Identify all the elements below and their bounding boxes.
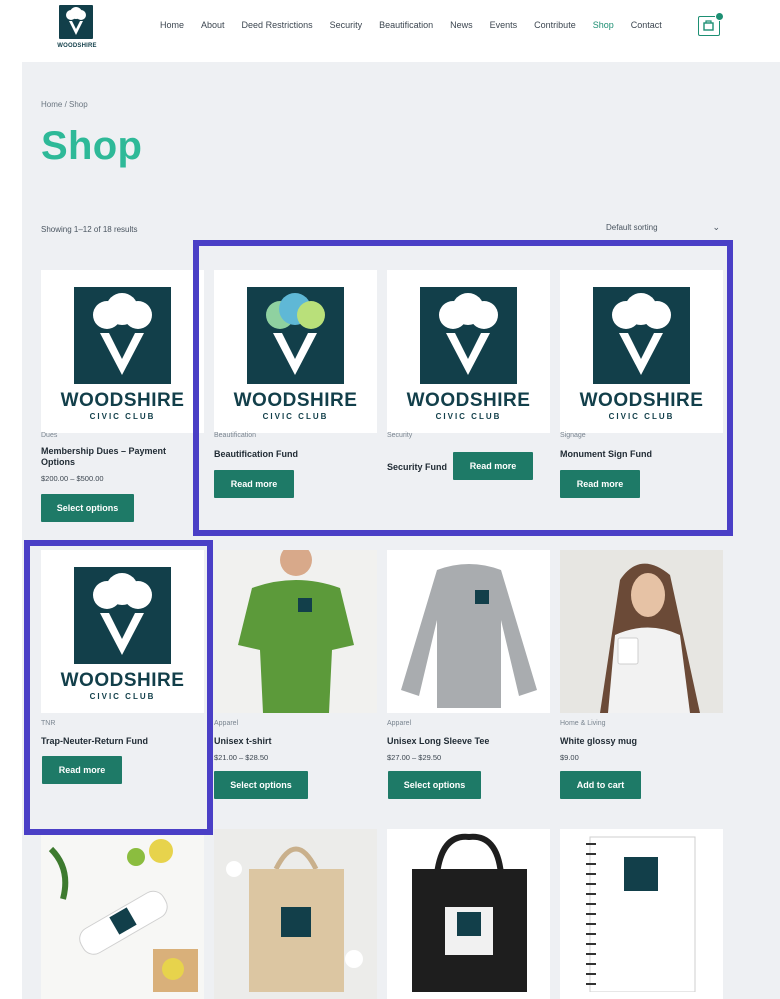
nav-contact[interactable]: Contact [631, 20, 662, 34]
nav-events[interactable]: Events [490, 20, 518, 34]
brand-subtitle: CIVIC CLUB [608, 412, 675, 421]
product-category: Dues [41, 432, 58, 439]
product-category: Beautification [214, 432, 257, 439]
add-to-cart-button[interactable]: Add to cart [560, 771, 641, 799]
read-more-button[interactable]: Read more [214, 470, 294, 498]
nav-home[interactable]: Home [160, 20, 184, 34]
logo-text: WOODSHIRE [57, 43, 97, 49]
product-price: $27.00 – $29.50 [387, 753, 442, 762]
product-image[interactable]: WOODSHIRE CIVIC CLUB [560, 270, 723, 433]
tree-logo-icon [59, 5, 93, 39]
product-category: TNR [41, 720, 56, 727]
product-category: Apparel [387, 720, 412, 727]
brand-title: WOODSHIRE [579, 390, 704, 411]
read-more-button[interactable]: Read more [42, 756, 122, 784]
brand-subtitle: CIVIC CLUB [262, 412, 329, 421]
product-name[interactable]: Trap-Neuter-Return Fund [41, 736, 148, 747]
tree-logo-icon [420, 287, 517, 384]
brand-title: WOODSHIRE [406, 390, 531, 411]
product-image[interactable]: WOODSHIRE CIVIC CLUB [41, 550, 204, 713]
select-options-button[interactable]: Select options [214, 771, 308, 799]
product-image[interactable]: WOODSHIRE CIVIC CLUB [214, 270, 377, 433]
product-name[interactable]: Security Fund [387, 462, 447, 473]
nav-news[interactable]: News [450, 20, 473, 34]
tote-bag-product-image[interactable] [214, 829, 377, 999]
tshirt-product-image[interactable] [214, 550, 377, 713]
product-name[interactable]: Beautification Fund [214, 449, 298, 460]
product-image[interactable]: WOODSHIRE CIVIC CLUB [41, 270, 204, 433]
site-header: WOODSHIRE Home About Deed Restrictions S… [0, 0, 780, 62]
product-category: Security [387, 432, 413, 439]
product-name[interactable]: Membership Dues – Payment Options [41, 446, 191, 468]
tree-logo-icon [247, 287, 344, 384]
nav-security[interactable]: Security [330, 20, 363, 34]
notebook-product-image[interactable] [560, 829, 723, 999]
nav-beautification[interactable]: Beautification [379, 20, 433, 34]
brand-title: WOODSHIRE [60, 390, 185, 411]
cart-count-badge [715, 12, 724, 21]
sorting-select[interactable]: Default sorting ⌄ [606, 222, 722, 235]
product-name[interactable]: Monument Sign Fund [560, 449, 652, 460]
long-sleeve-tee-product-image[interactable] [387, 550, 550, 713]
breadcrumb: Home / Shop [41, 100, 88, 109]
product-category: Signage [560, 432, 586, 439]
nav-deed-restrictions[interactable]: Deed Restrictions [242, 20, 313, 34]
product-category: Home & Living [560, 720, 606, 727]
tree-logo-icon [74, 567, 171, 664]
brand-title: WOODSHIRE [233, 390, 358, 411]
site-logo[interactable]: WOODSHIRE [54, 5, 100, 51]
product-price: $200.00 – $500.00 [41, 474, 104, 483]
sorting-selected-label: Default sorting [606, 223, 658, 232]
product-price: $21.00 – $28.50 [214, 753, 269, 762]
product-name[interactable]: Unisex t-shirt [214, 736, 272, 747]
product-price: $9.00 [560, 753, 579, 762]
product-category: Apparel [214, 720, 239, 727]
nav-contribute[interactable]: Contribute [534, 20, 576, 34]
black-tote-product-image[interactable] [387, 829, 550, 999]
brand-subtitle: CIVIC CLUB [89, 692, 156, 701]
chevron-down-icon: ⌄ [712, 222, 720, 232]
brand-subtitle: CIVIC CLUB [89, 412, 156, 421]
water-bottle-product-image[interactable] [41, 829, 204, 999]
cart-icon[interactable] [698, 12, 724, 36]
nav-about[interactable]: About [201, 20, 225, 34]
product-name[interactable]: White glossy mug [560, 736, 637, 747]
product-name[interactable]: Unisex Long Sleeve Tee [387, 736, 489, 747]
results-count: Showing 1–12 of 18 results [41, 225, 138, 234]
main-nav: Home About Deed Restrictions Security Be… [160, 20, 679, 34]
read-more-button[interactable]: Read more [560, 470, 640, 498]
select-options-button[interactable]: Select options [388, 771, 481, 799]
tree-logo-icon [593, 287, 690, 384]
read-more-button[interactable]: Read more [453, 452, 533, 480]
tree-logo-icon [74, 287, 171, 384]
mug-product-image[interactable] [560, 550, 723, 713]
brand-title: WOODSHIRE [60, 670, 185, 691]
select-options-button[interactable]: Select options [41, 494, 134, 522]
page-title: Shop [41, 124, 143, 168]
nav-shop[interactable]: Shop [593, 20, 614, 34]
brand-subtitle: CIVIC CLUB [435, 412, 502, 421]
product-image[interactable]: WOODSHIRE CIVIC CLUB [387, 270, 550, 433]
